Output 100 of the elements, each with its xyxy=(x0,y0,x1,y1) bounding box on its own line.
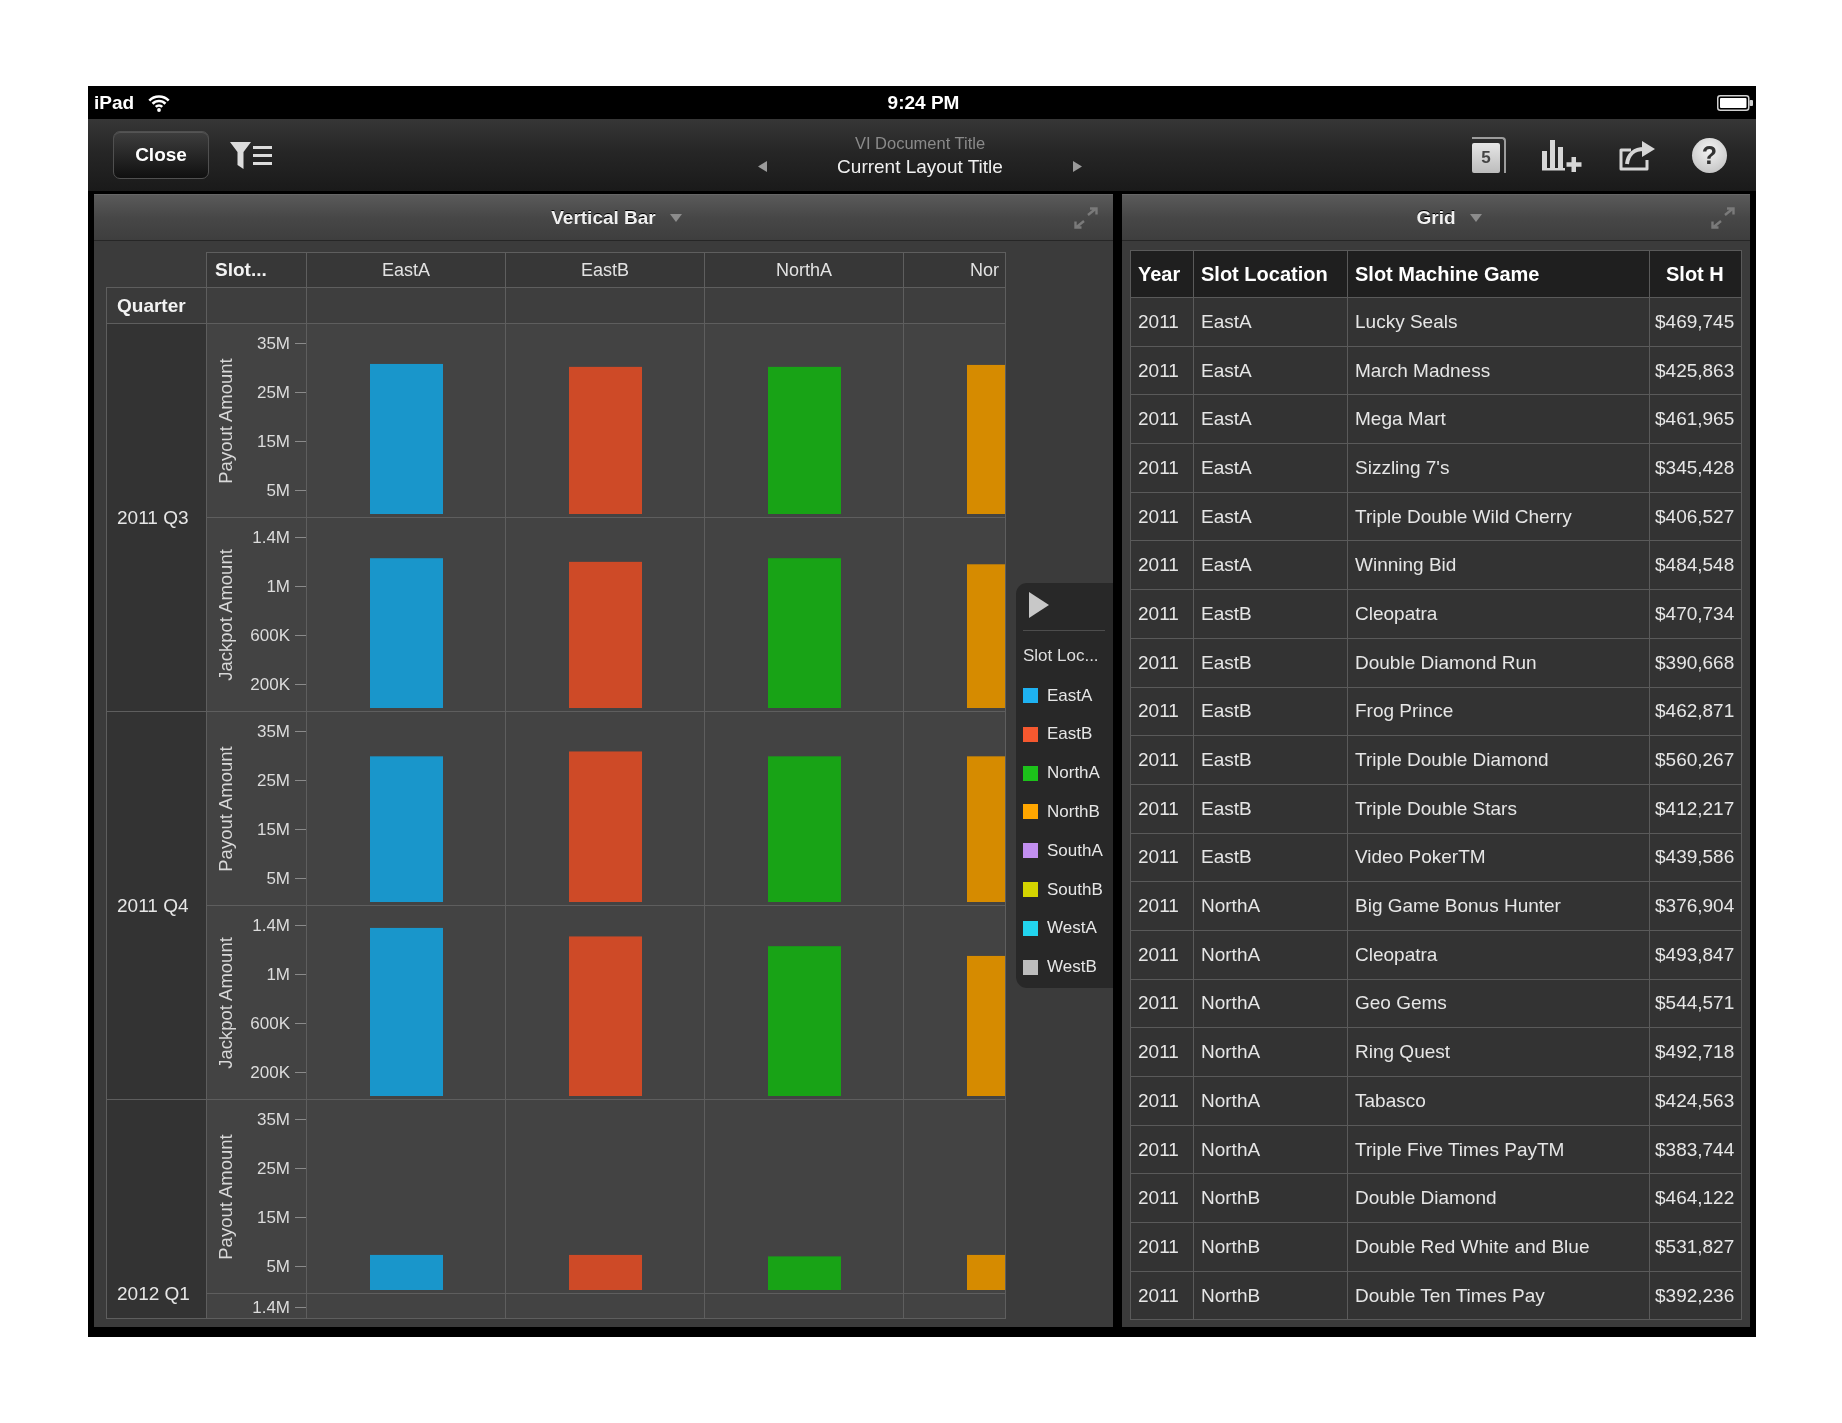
axis-title: Payout Amount xyxy=(214,746,236,872)
wifi-icon xyxy=(147,93,172,112)
table-cell: $406,527 xyxy=(1650,492,1741,541)
table-cell: Big Game Bonus Hunter xyxy=(1348,882,1649,930)
play-icon[interactable] xyxy=(1029,592,1049,619)
y-tick-label: 200K xyxy=(250,1063,291,1082)
table-cell: 2011 xyxy=(1131,1271,1193,1320)
share-icon[interactable] xyxy=(1618,139,1656,171)
document-title: VI Document Title xyxy=(854,132,986,153)
table-cell: Double Red White and Blue xyxy=(1348,1223,1649,1271)
table-cell: NorthB xyxy=(1194,1271,1347,1320)
dimension-header: Slot... xyxy=(206,252,307,287)
table-cell: $425,863 xyxy=(1650,346,1741,395)
table-cell: 2011 xyxy=(1131,930,1193,979)
dimension-header: Quarter xyxy=(106,287,207,323)
left-triangle-icon[interactable] xyxy=(758,160,768,172)
table-cell: NorthA xyxy=(1194,1125,1347,1174)
table-cell: Frog Prince xyxy=(1348,687,1649,736)
table-cell: NorthB xyxy=(1194,1223,1347,1271)
table-cell: Triple Double Diamond xyxy=(1348,736,1649,784)
table-cell: $383,744 xyxy=(1650,1125,1741,1174)
axis-tick: 1.4M xyxy=(252,1298,307,1317)
axis-tick: 35M xyxy=(256,1110,307,1129)
axis-tick: 1.4M xyxy=(252,528,307,547)
table-cell: 2011 xyxy=(1131,1174,1193,1223)
table-cell: $390,668 xyxy=(1650,638,1741,687)
table-cell: 2011 xyxy=(1131,979,1193,1028)
table-cell: NorthA xyxy=(1194,1028,1347,1076)
table-cell: NorthB xyxy=(1194,1174,1347,1223)
table-cell: EastA xyxy=(1194,298,1347,346)
y-tick-label: 25M xyxy=(256,1159,290,1178)
axis-title: Payout Amount xyxy=(214,1134,236,1260)
table-cell: 2011 xyxy=(1131,444,1193,492)
legend-title: Slot Loc... xyxy=(1023,645,1100,668)
close-button[interactable]: Close xyxy=(113,131,209,179)
table-cell: NorthA xyxy=(1194,882,1347,930)
legend-label: SouthB xyxy=(1047,879,1103,900)
table-cell: 2011 xyxy=(1131,1028,1193,1076)
table-cell: NorthA xyxy=(1194,979,1347,1028)
caret-icon[interactable] xyxy=(1469,213,1482,222)
table-cell: 2011 xyxy=(1131,395,1193,444)
table-cell: 2011 xyxy=(1131,1125,1193,1174)
axis-tick: 1M xyxy=(266,965,307,984)
table-cell: $470,734 xyxy=(1650,590,1741,638)
table-cell: $461,965 xyxy=(1650,395,1741,444)
bar-chart-plus-icon[interactable] xyxy=(1542,138,1582,172)
y-tick-label: 15M xyxy=(256,1208,290,1227)
caret-icon[interactable] xyxy=(669,213,682,222)
table-cell: EastB xyxy=(1194,833,1347,882)
axis-tick: 5M xyxy=(266,1257,307,1276)
table-cell: EastB xyxy=(1194,784,1347,833)
y-tick-label: 15M xyxy=(256,432,290,451)
table-cell: 2011 xyxy=(1131,1223,1193,1271)
table-cell: $376,904 xyxy=(1650,882,1741,930)
table-cell: $412,217 xyxy=(1650,784,1741,833)
table-cell: 2011 xyxy=(1131,492,1193,541)
legend-label: NorthA xyxy=(1047,763,1100,784)
axis-tick: 600K xyxy=(250,626,307,645)
legend-label: WestA xyxy=(1047,918,1097,939)
table-cell: Double Ten Times Pay xyxy=(1348,1271,1649,1320)
table-cell: $492,718 xyxy=(1650,1028,1741,1076)
quarter-label: 2011 Q3 xyxy=(117,507,189,529)
column-header: Slot Machine Game xyxy=(1348,251,1649,297)
axis-tick: 1.4M xyxy=(252,916,307,935)
y-tick-label: 1.4M xyxy=(252,916,290,935)
table-cell: Double Diamond xyxy=(1348,1174,1649,1223)
axis-tick: 200K xyxy=(250,675,307,694)
axis-tick: 200K xyxy=(250,1063,307,1082)
table-cell: Triple Double Stars xyxy=(1348,784,1649,833)
device-name: iPad xyxy=(94,91,135,114)
table-cell: EastB xyxy=(1194,638,1347,687)
y-tick-label: 5M xyxy=(266,869,290,888)
table-cell: Winning Bid xyxy=(1348,541,1649,590)
y-tick-label: 25M xyxy=(256,771,290,790)
visualization-menu-button[interactable]: Grid xyxy=(1390,206,1482,229)
filter-icon[interactable] xyxy=(230,140,272,170)
help-button[interactable]: ? xyxy=(1692,137,1727,173)
table-cell: 2011 xyxy=(1131,1077,1193,1125)
column-header: Nor xyxy=(904,252,1006,287)
legend-label: EastA xyxy=(1047,685,1093,706)
table-cell: Tabasco xyxy=(1348,1077,1649,1125)
table-cell: 2011 xyxy=(1131,687,1193,736)
table-cell: EastB xyxy=(1194,687,1347,736)
table-cell: $531,827 xyxy=(1650,1223,1741,1271)
axis-tick: 5M xyxy=(266,481,307,500)
visualization-menu-button[interactable]: Vertical Bar xyxy=(525,206,682,229)
table-cell: Triple Five Times PayTM xyxy=(1348,1125,1649,1174)
table-cell: $560,267 xyxy=(1650,736,1741,784)
table-cell: $484,548 xyxy=(1650,541,1741,590)
table-cell: 2011 xyxy=(1131,638,1193,687)
axis-tick: 5M xyxy=(266,869,307,888)
table-cell: Cleopatra xyxy=(1348,930,1649,979)
axis-tick: 1M xyxy=(266,577,307,596)
right-triangle-icon[interactable] xyxy=(1072,160,1082,172)
table-cell: 2011 xyxy=(1131,784,1193,833)
table-cell: EastB xyxy=(1194,590,1347,638)
y-tick-label: 25M xyxy=(256,383,290,402)
axis-tick: 25M xyxy=(256,383,307,402)
table-cell: EastA xyxy=(1194,444,1347,492)
table-cell: Triple Double Wild Cherry xyxy=(1348,492,1649,541)
